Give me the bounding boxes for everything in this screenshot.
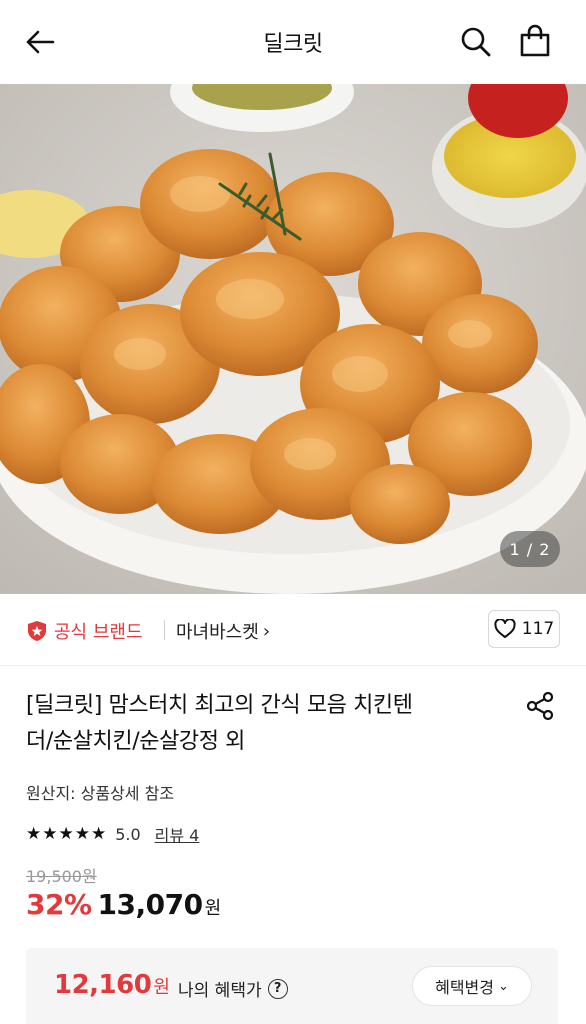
product-image-carousel[interactable]: 1 / 2: [0, 84, 586, 594]
share-icon: [526, 691, 554, 721]
heart-icon: [494, 619, 516, 638]
discount-rate: 32%: [26, 888, 92, 921]
original-price: 19,500원: [26, 867, 97, 886]
rating-score: 5.0: [115, 824, 141, 844]
product-title-line2: 더/순살치킨/순살강정 외: [26, 729, 246, 754]
image-pager-indicator: 1 / 2: [500, 531, 560, 567]
benefit-price-value: 12,160: [54, 970, 152, 1000]
sale-price: 13,070: [97, 888, 204, 921]
share-button[interactable]: [522, 688, 558, 724]
origin-info: 원산지: 상품상세 참조: [26, 784, 175, 803]
brand-name: 마녀바스켓: [176, 622, 259, 643]
brand-row: 공식 브랜드 마녀바스켓 › 117: [0, 594, 586, 666]
star-rating: ★★★★★: [26, 824, 108, 844]
change-benefit-label: 혜택변경: [435, 978, 494, 997]
top-app-bar: 딜크릿: [0, 0, 586, 84]
page-title: 딜크릿: [263, 32, 323, 57]
change-benefit-button[interactable]: 혜택변경 ⌄: [412, 966, 532, 1006]
official-brand-badge: 공식 브랜드: [26, 618, 143, 644]
like-button[interactable]: 117: [488, 610, 560, 648]
sale-price-currency: 원: [204, 898, 222, 919]
search-button[interactable]: [458, 24, 494, 60]
benefit-price-box: 12,160 원 나의 혜택가 ? 혜택변경 ⌄: [26, 948, 558, 1024]
benefit-label-text: 나의 혜택가: [178, 981, 262, 1001]
price-row: 32% 13,070 원: [26, 888, 221, 921]
brand-name-link[interactable]: 마녀바스켓 ›: [176, 618, 270, 644]
product-title-line1: [딜크릿] 맘스터치 최고의 간식 모음 치킨텐: [26, 693, 413, 718]
benefit-label: 나의 혜택가 ?: [178, 976, 288, 1001]
official-brand-label: 공식 브랜드: [54, 622, 143, 643]
benefit-price-currency: 원: [153, 977, 170, 998]
question-icon[interactable]: ?: [267, 978, 288, 999]
benefit-price: 12,160 원: [54, 970, 170, 1000]
cart-button[interactable]: [516, 22, 554, 60]
product-photo: [0, 84, 586, 594]
like-count: 117: [521, 619, 555, 639]
chevron-right-icon: ›: [262, 620, 271, 642]
official-badge-icon: [28, 621, 46, 641]
divider: [164, 620, 165, 640]
rating-row: ★★★★★ 5.0 리뷰 4: [26, 822, 199, 846]
review-link[interactable]: 리뷰 4: [155, 822, 200, 846]
shopping-bag-icon: [520, 24, 550, 57]
search-icon: [461, 27, 491, 57]
chevron-down-icon: ⌄: [497, 978, 509, 994]
product-title: [딜크릿] 맘스터치 최고의 간식 모음 치킨텐 더/순살치킨/순살강정 외: [26, 688, 496, 760]
